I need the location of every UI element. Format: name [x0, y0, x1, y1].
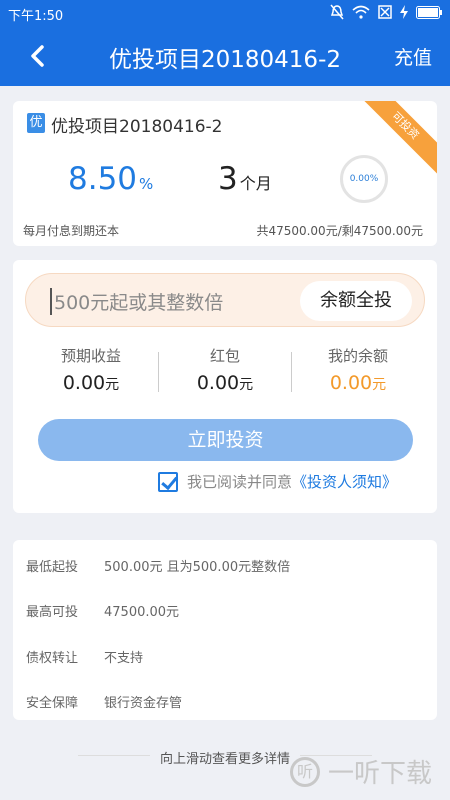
stat-label: 红包	[209, 347, 240, 365]
agree-text: 我已阅读并同意	[187, 473, 293, 491]
project-name: 优投项目20180416-2	[51, 117, 223, 137]
stat-number: 0.00	[62, 372, 106, 394]
invest-all-button[interactable]: 余额全投	[300, 281, 412, 321]
wifi-icon	[352, 5, 370, 19]
detail-row-transfer: 债权转让 不支持	[26, 647, 143, 666]
stat-unit: 元	[239, 377, 254, 393]
invest-now-button[interactable]: 立即投资	[38, 419, 413, 461]
divider	[291, 352, 292, 392]
recharge-button[interactable]: 充值	[394, 43, 432, 70]
amount-input[interactable]: 500元起或其整数倍 余额全投	[25, 273, 425, 327]
detail-value: 银行资金存管	[104, 696, 183, 711]
stat-value: 0.00元	[160, 372, 290, 394]
detail-key: 债权转让	[26, 651, 79, 666]
stat-number: 0.00	[329, 372, 373, 394]
watermark-logo-icon: 听	[289, 756, 320, 787]
status-time: 下午1:50	[8, 9, 64, 24]
stat-red-packet[interactable]: 红包 0.00元	[160, 345, 290, 394]
agreement-row: 我已阅读并同意 《投资人须知》	[158, 471, 397, 492]
project-details-card: 最低起投 500.00元 且为500.00元整数倍 最高可投 47500.00元…	[13, 540, 437, 720]
detail-value: 47500.00元	[104, 605, 180, 620]
mute-icon	[330, 4, 344, 20]
amount-input-placeholder[interactable]: 500元起或其整数倍	[50, 288, 223, 315]
nav-bar: 优投项目20180416-2 充值	[0, 26, 450, 86]
page-title: 优投项目20180416-2	[109, 47, 341, 73]
back-arrow-icon[interactable]	[24, 42, 52, 70]
project-type-badge: 优	[27, 113, 45, 133]
detail-key: 最高可投	[26, 605, 79, 620]
repay-method: 每月付息到期还本	[23, 224, 120, 238]
detail-key: 安全保障	[26, 696, 79, 711]
status-icons	[330, 4, 442, 20]
divider	[158, 352, 159, 392]
battery-icon	[416, 5, 442, 19]
stat-number: 0.00	[196, 372, 240, 394]
stat-unit: 元	[105, 377, 120, 393]
term-unit: 个月	[239, 174, 272, 193]
detail-value: 500.00元 且为500.00元整数倍	[104, 560, 291, 575]
charging-icon	[400, 5, 408, 19]
annual-rate: 8.50%	[68, 161, 153, 197]
rate-value: 8.50	[68, 161, 138, 197]
stat-my-balance: 我的余额 0.00元	[293, 345, 423, 394]
stat-label: 预期收益	[60, 347, 121, 365]
status-bar: 下午1:50	[0, 0, 450, 26]
stat-unit: 元	[372, 377, 387, 393]
progress-ring: 0.00%	[340, 155, 388, 203]
term-value: 3	[218, 161, 238, 197]
amount-summary: 共47500.00元/剩47500.00元	[256, 224, 423, 238]
stat-expected-income: 预期收益 0.00元	[26, 345, 156, 394]
watermark-text: 一听下载	[327, 759, 432, 789]
project-summary-card: 优 优投项目20180416-2 可投资 8.50% 3 个月 0.00% 每月付…	[13, 101, 437, 246]
detail-value: 不支持	[104, 651, 144, 666]
term: 3 个月	[218, 161, 272, 197]
watermark: 听 一听下载	[289, 753, 432, 790]
detail-row-max-invest: 最高可投 47500.00元	[26, 601, 179, 620]
detail-row-min-invest: 最低起投 500.00元 且为500.00元整数倍	[26, 556, 290, 575]
stat-value: 0.00元	[293, 372, 423, 394]
stats-row: 预期收益 0.00元 红包 0.00元 我的余额 0.00元	[13, 345, 437, 405]
detail-row-security: 安全保障 银行资金存管	[26, 692, 182, 711]
rate-unit: %	[139, 175, 154, 193]
agree-checkbox[interactable]	[158, 471, 178, 492]
stat-value: 0.00元	[26, 372, 156, 394]
no-sim-icon	[378, 5, 392, 19]
investor-notice-link[interactable]: 《投资人须知》	[292, 471, 397, 492]
detail-key: 最低起投	[26, 560, 79, 575]
invest-card: 500元起或其整数倍 余额全投 预期收益 0.00元 红包 0.00元 我的余额…	[13, 260, 437, 513]
scroll-more-text: 向上滑动查看更多详情	[149, 752, 300, 767]
stat-label: 我的余额	[327, 347, 388, 365]
